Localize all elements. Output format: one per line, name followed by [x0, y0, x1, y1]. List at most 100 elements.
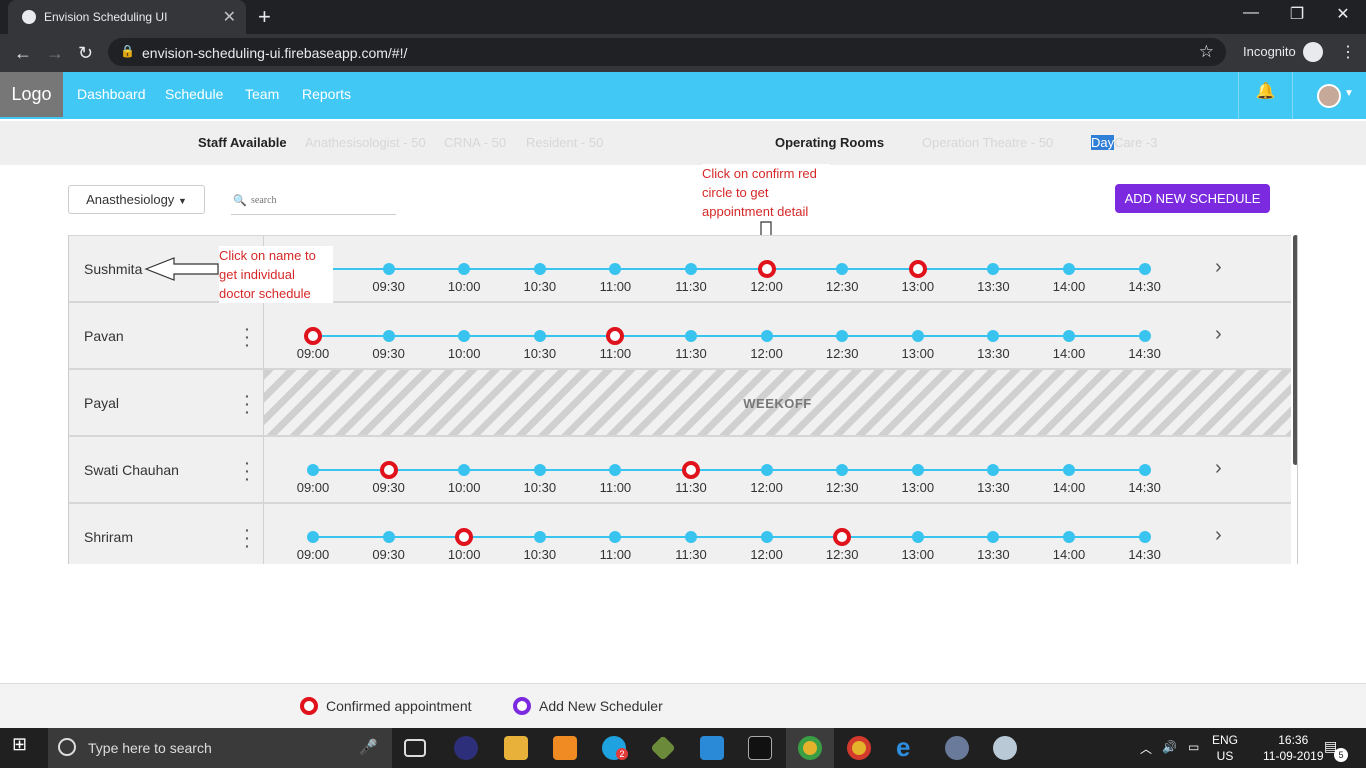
time-slot-dot[interactable]: [609, 464, 622, 476]
time-slot-dot[interactable]: [760, 531, 773, 543]
reload-icon[interactable]: ↻: [78, 43, 93, 64]
url-field[interactable]: 🔒 envision-scheduling-ui.firebaseapp.com…: [108, 38, 1226, 66]
confirmed-appointment-dot[interactable]: [833, 528, 852, 546]
search-box[interactable]: 🔍: [231, 194, 396, 215]
time-slot-dot[interactable]: [1063, 330, 1075, 342]
time-slot-dot[interactable]: [987, 330, 1000, 342]
new-tab-icon[interactable]: +: [258, 4, 271, 30]
minimize-icon[interactable]: —: [1228, 4, 1274, 22]
grid-scrollbar[interactable]: [1293, 235, 1297, 465]
confirmed-appointment-dot[interactable]: [757, 260, 776, 278]
time-slot-dot[interactable]: [307, 531, 319, 543]
chevron-right-icon[interactable]: ›: [1215, 457, 1222, 480]
time-slot-dot[interactable]: [911, 531, 924, 543]
edge-icon[interactable]: e: [896, 732, 920, 762]
add-new-schedule-button[interactable]: ADD NEW SCHEDULE: [1115, 184, 1270, 213]
doctor-name[interactable]: Sushmita: [84, 261, 142, 277]
time-slot-dot[interactable]: [1063, 531, 1075, 543]
volume-icon[interactable]: 🔊: [1162, 740, 1177, 754]
window-close-icon[interactable]: ✕: [1320, 4, 1366, 24]
time-slot-dot[interactable]: [382, 263, 395, 275]
row-menu-icon[interactable]: ···: [245, 322, 250, 352]
time-slot-dot[interactable]: [836, 330, 849, 342]
row-menu-icon[interactable]: ···: [245, 523, 250, 553]
confirmed-appointment-dot[interactable]: [455, 528, 474, 546]
confirmed-appointment-dot[interactable]: [908, 260, 927, 278]
time-slot-dot[interactable]: [458, 263, 471, 275]
task-view-icon[interactable]: [404, 739, 426, 757]
time-slot-dot[interactable]: [307, 464, 319, 476]
time-slot-dot[interactable]: [458, 464, 471, 476]
confirmed-appointment-dot[interactable]: [304, 327, 322, 345]
time-slot-dot[interactable]: [1138, 531, 1151, 543]
microphone-icon[interactable]: 🎤: [359, 738, 378, 756]
chevron-right-icon[interactable]: ›: [1215, 524, 1222, 547]
time-slot-dot[interactable]: [1063, 464, 1075, 476]
time-slot-dot[interactable]: [836, 263, 849, 275]
file-explorer-icon[interactable]: [504, 736, 528, 760]
taskbar-search[interactable]: Type here to search 🎤: [48, 728, 392, 768]
back-icon[interactable]: ←: [14, 43, 32, 64]
search-input[interactable]: [251, 195, 391, 206]
time-slot-dot[interactable]: [987, 531, 1000, 543]
time-slot-dot[interactable]: [382, 531, 395, 543]
browser-tab[interactable]: Envision Scheduling UI ✕: [8, 0, 246, 34]
time-slot-dot[interactable]: [1138, 464, 1151, 476]
time-slot-dot[interactable]: [533, 263, 546, 275]
time-slot-dot[interactable]: [987, 263, 1000, 275]
time-slot-dot[interactable]: [911, 464, 924, 476]
chevron-right-icon[interactable]: ›: [1215, 256, 1222, 279]
confirmed-appointment-dot[interactable]: [379, 461, 398, 479]
time-slot-dot[interactable]: [533, 531, 546, 543]
bookmark-star-icon[interactable]: ☆: [1199, 42, 1214, 62]
doctor-name[interactable]: Shriram: [84, 529, 133, 545]
nav-team[interactable]: Team: [245, 86, 279, 102]
notification-bell-icon[interactable]: 🔔: [1238, 72, 1293, 119]
time-slot-dot[interactable]: [836, 464, 849, 476]
time-slot-dot[interactable]: [533, 330, 546, 342]
time-slot-dot[interactable]: [760, 464, 773, 476]
chevron-right-icon[interactable]: ›: [1215, 323, 1222, 346]
git-icon[interactable]: [650, 735, 676, 761]
restore-icon[interactable]: ❐: [1274, 4, 1320, 24]
confirmed-appointment-dot[interactable]: [682, 461, 700, 479]
time-slot-dot[interactable]: [1138, 330, 1151, 342]
chrome-icon[interactable]: [847, 736, 871, 760]
time-slot-dot[interactable]: [382, 330, 395, 342]
time-slot-dot[interactable]: [609, 263, 622, 275]
eclipse-icon[interactable]: [454, 736, 478, 760]
time-slot-dot[interactable]: [609, 531, 622, 543]
tray-chevron-up-icon[interactable]: ︿: [1140, 740, 1152, 757]
doctor-name[interactable]: Payal: [84, 395, 119, 411]
time-slot-dot[interactable]: [458, 330, 471, 342]
browser-menu-icon[interactable]: ⋮: [1340, 42, 1356, 62]
time-slot-dot[interactable]: [987, 464, 1000, 476]
time-slot-dot[interactable]: [911, 330, 924, 342]
logo[interactable]: Logo: [0, 72, 63, 117]
sublime-text-icon[interactable]: [553, 736, 577, 760]
time-slot-dot[interactable]: [760, 330, 773, 342]
department-dropdown[interactable]: Anasthesiology ▼: [68, 185, 205, 214]
vscode-icon[interactable]: [700, 736, 724, 760]
windows-start-icon[interactable]: ⊞: [12, 734, 36, 758]
doctor-name[interactable]: Swati Chauhan: [84, 462, 179, 478]
close-tab-icon[interactable]: ✕: [223, 7, 236, 27]
row-menu-icon[interactable]: ···: [245, 456, 250, 486]
time-slot-dot[interactable]: [1138, 263, 1151, 275]
network-icon[interactable]: ▭: [1188, 740, 1199, 754]
doctor-name[interactable]: Pavan: [84, 328, 124, 344]
avatar[interactable]: [1317, 84, 1341, 108]
time-slot-dot[interactable]: [1063, 263, 1075, 275]
language-indicator[interactable]: ENG US: [1212, 732, 1238, 764]
time-slot-dot[interactable]: [685, 330, 697, 342]
row-menu-icon[interactable]: ···: [245, 389, 250, 419]
nav-reports[interactable]: Reports: [302, 86, 351, 102]
time-slot-dot[interactable]: [533, 464, 546, 476]
chrome-icon[interactable]: [798, 736, 822, 760]
forward-icon[interactable]: →: [46, 43, 64, 64]
terminal-icon[interactable]: [748, 736, 772, 760]
confirmed-appointment-dot[interactable]: [606, 327, 625, 345]
nav-dashboard[interactable]: Dashboard: [77, 86, 146, 102]
time-slot-dot[interactable]: [685, 531, 697, 543]
nav-schedule[interactable]: Schedule: [165, 86, 223, 102]
